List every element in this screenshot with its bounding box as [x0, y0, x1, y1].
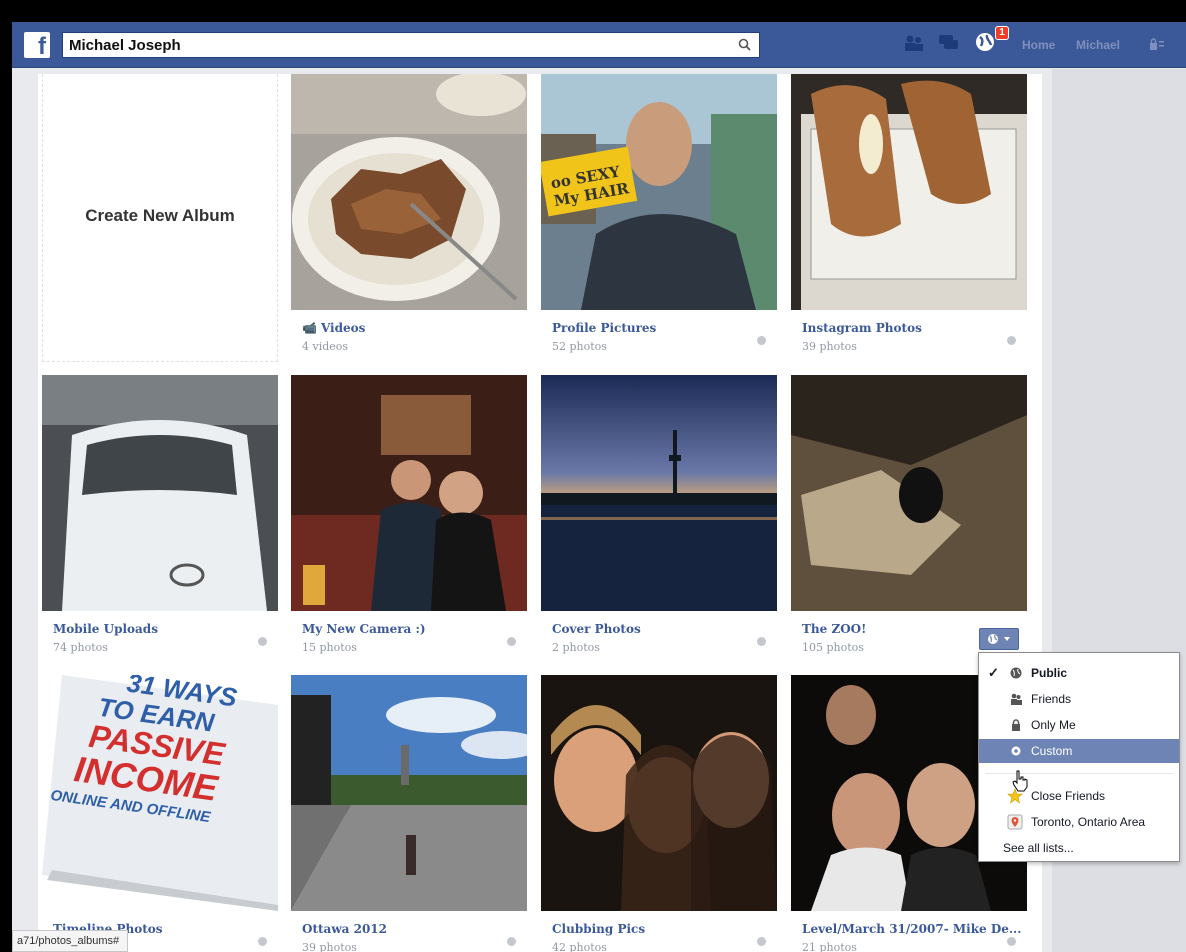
album-card[interactable]: The ZOO! 105 photos	[791, 375, 1027, 663]
album-card[interactable]: Mobile Uploads 74 photos	[42, 375, 278, 663]
lock-icon	[1012, 719, 1020, 731]
album-count: 39 photos	[302, 941, 357, 952]
album-cover[interactable]: 31 WAYS TO EARN PASSIVE INCOME ONLINE AND OF…	[42, 675, 278, 911]
nav-profile[interactable]: Michael	[1076, 38, 1120, 52]
album-cover[interactable]	[791, 74, 1027, 310]
see-all-lists-link[interactable]: See all lists...	[979, 836, 1179, 860]
location-pin-icon	[1007, 814, 1023, 830]
album-title[interactable]: Cover Photos	[552, 622, 641, 636]
gear-icon	[1011, 746, 1021, 756]
privacy-selector-button[interactable]	[979, 628, 1019, 650]
globe-dropdown-icon	[988, 634, 1010, 644]
album-title[interactable]: The ZOO!	[802, 622, 866, 636]
album-count: 4 videos	[302, 340, 349, 353]
album-title[interactable]: My New Camera :)	[302, 622, 426, 636]
create-album-button[interactable]: Create New Album	[42, 74, 278, 362]
album-title[interactable]: Clubbing Pics	[552, 922, 645, 936]
album-count: 21 photos	[802, 941, 857, 952]
search-box[interactable]	[62, 32, 760, 58]
privacy-icon[interactable]	[507, 637, 516, 646]
albums-grid: Create New Album 📹 Videos 4 videos oo SEX…	[38, 74, 1042, 952]
album-card[interactable]: Ottawa 2012 39 photos	[291, 675, 527, 952]
album-count: 39 photos	[802, 340, 857, 353]
privacy-icon[interactable]	[757, 336, 766, 345]
search-input[interactable]	[69, 37, 719, 54]
album-cover[interactable]	[291, 74, 527, 310]
privacy-list-close-friends[interactable]: Close Friends	[979, 784, 1179, 808]
notifications-badge: 1	[995, 26, 1009, 40]
video-camera-icon: 📹	[302, 321, 317, 335]
album-title[interactable]: Ottawa 2012	[302, 922, 387, 936]
top-bar: f 1 Home Michael	[12, 22, 1186, 68]
album-card[interactable]: oo SEXY My HAIR Profile Pictures 52 photo…	[541, 74, 777, 362]
search-button[interactable]	[731, 33, 759, 57]
album-count: 74 photos	[53, 641, 108, 654]
album-cover[interactable]	[42, 375, 278, 611]
search-icon	[738, 38, 751, 51]
album-card[interactable]: 📹 Videos 4 videos	[291, 74, 527, 362]
album-title[interactable]: Instagram Photos	[802, 321, 922, 335]
privacy-shortcuts-icon[interactable]	[1149, 38, 1165, 52]
check-icon: ✓	[988, 665, 999, 680]
privacy-icon[interactable]	[1007, 336, 1016, 345]
browser-viewport: f 1 Home Michael Create New Album 📹Video…	[12, 22, 1186, 952]
album-count: 15 photos	[302, 641, 357, 654]
album-cover[interactable]	[541, 375, 777, 611]
privacy-icon[interactable]	[507, 937, 516, 946]
facebook-logo[interactable]: f	[24, 32, 50, 58]
privacy-option-custom[interactable]: Custom	[979, 739, 1179, 763]
album-cover[interactable]	[791, 375, 1027, 611]
nav-home[interactable]: Home	[1022, 38, 1055, 52]
privacy-icon[interactable]	[757, 637, 766, 646]
messages-icon[interactable]	[938, 34, 960, 52]
friend-requests-icon[interactable]	[904, 34, 924, 52]
album-count: 2 photos	[552, 641, 600, 654]
album-title[interactable]: 📹 Videos	[302, 321, 365, 335]
privacy-option-public[interactable]: ✓ Public	[979, 661, 1179, 685]
album-cover[interactable]	[541, 675, 777, 911]
album-card[interactable]: Instagram Photos 39 photos	[791, 74, 1027, 362]
privacy-icon[interactable]	[1007, 937, 1016, 946]
album-card[interactable]: Clubbing Pics 42 photos	[541, 675, 777, 952]
friends-icon	[1011, 693, 1022, 705]
privacy-option-only-me[interactable]: Only Me	[979, 713, 1179, 737]
create-album-label: Create New Album	[85, 206, 235, 225]
hand-cursor-icon	[1012, 770, 1028, 792]
album-cover[interactable]: oo SEXY My HAIR	[541, 74, 777, 310]
privacy-list-toronto[interactable]: Toronto, Ontario Area	[979, 810, 1179, 834]
album-card[interactable]: Cover Photos 2 photos	[541, 375, 777, 663]
status-bar-url: a71/photos_albums#	[12, 930, 129, 952]
album-count: 105 photos	[802, 641, 864, 654]
album-card[interactable]: My New Camera :) 15 photos	[291, 375, 527, 663]
album-card[interactable]: 31 WAYS TO EARN PASSIVE INCOME ONLINE AND OF…	[42, 675, 278, 952]
globe-icon	[1010, 667, 1022, 679]
album-title[interactable]: Mobile Uploads	[53, 622, 158, 636]
privacy-option-friends[interactable]: Friends	[979, 687, 1179, 711]
album-count: 52 photos	[552, 340, 607, 353]
album-count: 42 photos	[552, 941, 607, 952]
album-cover[interactable]	[291, 675, 527, 911]
privacy-icon[interactable]	[258, 937, 267, 946]
privacy-icon[interactable]	[258, 637, 267, 646]
album-title[interactable]: Profile Pictures	[552, 321, 656, 335]
notifications-globe-icon[interactable]	[974, 31, 996, 53]
album-title[interactable]: Level/March 31/2007- Mike De...	[802, 922, 1021, 936]
privacy-icon[interactable]	[757, 937, 766, 946]
privacy-menu: ✓ Public Friends Only Me Custom Close Fr…	[978, 652, 1180, 862]
album-cover[interactable]	[291, 375, 527, 611]
